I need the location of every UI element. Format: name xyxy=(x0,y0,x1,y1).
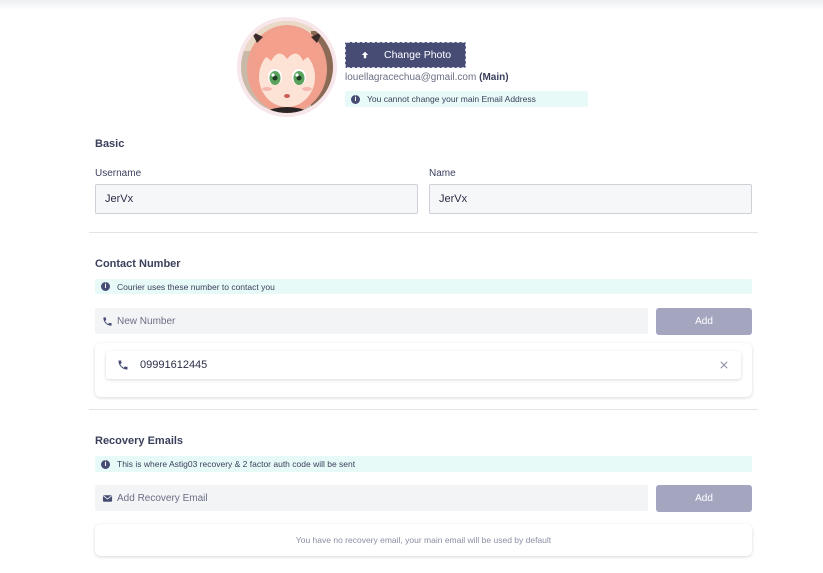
new-number-placeholder: New Number xyxy=(117,315,176,327)
mail-icon xyxy=(95,493,117,504)
contact-notice-text: Courier uses these number to contact you xyxy=(117,281,275,292)
name-label: Name xyxy=(429,168,456,179)
top-shadow xyxy=(0,0,823,10)
main-email-notice-text: You cannot change your main Email Addres… xyxy=(367,94,536,104)
add-recovery-email-button[interactable]: Add xyxy=(656,485,752,512)
main-email: louellagracechua@gmail.com (Main) xyxy=(345,72,509,83)
section-divider xyxy=(89,409,758,410)
change-photo-label: Change Photo xyxy=(384,49,452,61)
main-email-notice: i You cannot change your main Email Addr… xyxy=(345,91,588,107)
empty-recovery-message: You have no recovery email, your main em… xyxy=(295,535,552,545)
upload-arrow-icon xyxy=(346,51,384,59)
phone-icon xyxy=(95,316,117,327)
info-icon: i xyxy=(351,94,360,104)
main-email-tag: (Main) xyxy=(479,72,509,83)
number-list-item: 09991612445 xyxy=(106,351,741,379)
recovery-notice-text: This is where Astig03 recovery & 2 facto… xyxy=(117,459,356,469)
name-input[interactable]: JerVx xyxy=(429,184,752,214)
change-photo-button[interactable]: Change Photo xyxy=(345,42,466,68)
basic-section-title: Basic xyxy=(95,138,125,150)
info-icon: i xyxy=(101,282,110,291)
recovery-email-placeholder: Add Recovery Email xyxy=(117,492,208,504)
avatar-image xyxy=(241,21,333,113)
contact-section-title: Contact Number xyxy=(95,258,181,270)
close-icon[interactable] xyxy=(707,361,741,369)
info-icon: i xyxy=(101,459,110,469)
username-input[interactable]: JerVx xyxy=(95,184,418,214)
number-value: 09991612445 xyxy=(140,359,208,371)
section-divider xyxy=(89,232,758,233)
profile-avatar xyxy=(237,17,337,117)
phone-icon xyxy=(106,359,140,371)
main-email-address: louellagracechua@gmail.com xyxy=(345,72,477,83)
add-number-button[interactable]: Add xyxy=(656,308,752,335)
recovery-section-title: Recovery Emails xyxy=(95,435,184,447)
username-label: Username xyxy=(95,168,142,179)
contact-notice: i Courier uses these number to contact y… xyxy=(95,279,752,294)
recovery-notice: i This is where Astig03 recovery & 2 fac… xyxy=(95,456,752,472)
recovery-email-input[interactable]: Add Recovery Email xyxy=(95,485,648,511)
recovery-email-list-card: You have no recovery email, your main em… xyxy=(95,524,752,556)
new-number-input[interactable]: New Number xyxy=(95,308,648,334)
